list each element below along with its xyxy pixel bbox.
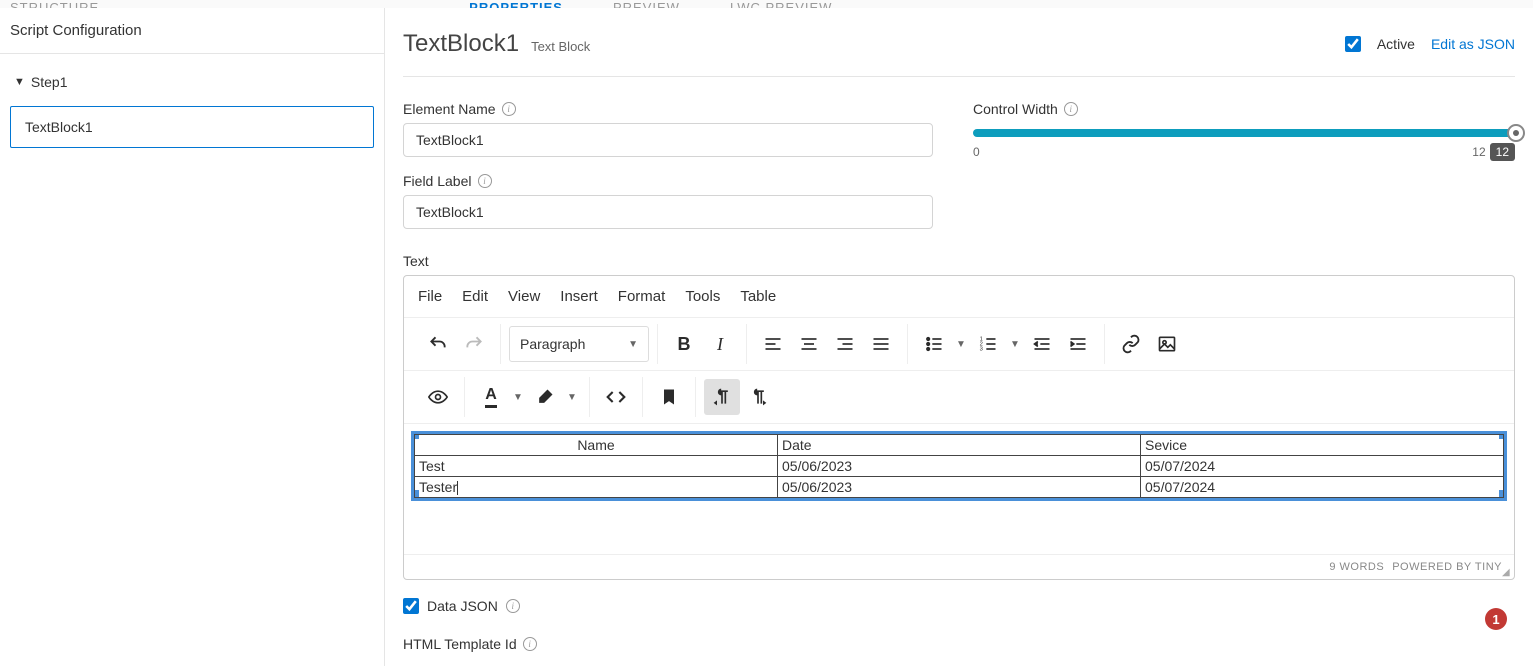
link-button[interactable] bbox=[1113, 326, 1149, 362]
highlight-button[interactable] bbox=[527, 379, 563, 415]
table-header[interactable]: Name bbox=[415, 435, 778, 456]
resize-grip-icon[interactable]: ◢ bbox=[1502, 567, 1512, 577]
control-width-label: Control Width bbox=[973, 101, 1058, 117]
bold-button[interactable]: B bbox=[666, 326, 702, 362]
table-cell[interactable]: 05/07/2024 bbox=[1141, 477, 1504, 498]
italic-button[interactable]: I bbox=[702, 326, 738, 362]
info-icon[interactable]: i bbox=[478, 174, 492, 188]
outdent-button[interactable] bbox=[1024, 326, 1060, 362]
table-row[interactable]: Tester 05/06/2023 05/07/2024 bbox=[415, 477, 1504, 498]
edit-as-json-link[interactable]: Edit as JSON bbox=[1431, 36, 1515, 52]
info-icon[interactable]: i bbox=[506, 599, 520, 613]
slider-max: 12 bbox=[1472, 145, 1485, 159]
menu-insert[interactable]: Insert bbox=[560, 288, 598, 305]
table-cell[interactable]: 05/06/2023 bbox=[778, 456, 1141, 477]
bullet-list-dropdown[interactable]: ▼ bbox=[952, 326, 970, 362]
slider-value-badge: 12 bbox=[1490, 143, 1515, 161]
indent-button[interactable] bbox=[1060, 326, 1096, 362]
table-cell[interactable]: Tester bbox=[415, 477, 778, 498]
ltr-button[interactable] bbox=[740, 379, 776, 415]
table-header[interactable]: Date bbox=[778, 435, 1141, 456]
table-cell[interactable]: 05/07/2024 bbox=[1141, 456, 1504, 477]
block-format-select[interactable]: Paragraph ▼ bbox=[509, 326, 649, 362]
text-label: Text bbox=[403, 253, 1515, 269]
active-label: Active bbox=[1377, 36, 1415, 52]
rtl-button[interactable] bbox=[704, 379, 740, 415]
code-button[interactable] bbox=[598, 379, 634, 415]
table-header[interactable]: Sevice bbox=[1141, 435, 1504, 456]
bullet-list-button[interactable] bbox=[916, 326, 952, 362]
numbered-list-button[interactable]: 123 bbox=[970, 326, 1006, 362]
align-right-button[interactable] bbox=[827, 326, 863, 362]
menu-tools[interactable]: Tools bbox=[685, 288, 720, 305]
sidebar-title: Script Configuration bbox=[0, 8, 384, 54]
redo-button[interactable] bbox=[456, 326, 492, 362]
tree-node-step1[interactable]: ▼ Step1 bbox=[10, 64, 374, 100]
undo-button[interactable] bbox=[420, 326, 456, 362]
table-cell[interactable]: Test bbox=[415, 456, 778, 477]
chevron-down-icon: ▼ bbox=[14, 76, 25, 88]
powered-by: POWERED BY TINY bbox=[1392, 561, 1502, 573]
info-icon[interactable]: i bbox=[523, 637, 537, 651]
data-json-checkbox[interactable] bbox=[403, 598, 419, 614]
menu-format[interactable]: Format bbox=[618, 288, 666, 305]
html-template-label: HTML Template Id bbox=[403, 636, 517, 652]
menu-edit[interactable]: Edit bbox=[462, 288, 488, 305]
text-cursor bbox=[457, 481, 458, 495]
menu-view[interactable]: View bbox=[508, 288, 540, 305]
notification-badge[interactable]: 1 bbox=[1485, 608, 1507, 630]
align-center-button[interactable] bbox=[791, 326, 827, 362]
element-type-label: Text Block bbox=[531, 39, 590, 54]
field-label-label: Field Label bbox=[403, 173, 472, 189]
menu-file[interactable]: File bbox=[418, 288, 442, 305]
editor-content[interactable]: Name Date Sevice Test 05/06/2023 05/07/2… bbox=[404, 424, 1514, 554]
slider-min: 0 bbox=[973, 145, 980, 159]
data-json-label: Data JSON bbox=[427, 598, 498, 614]
info-icon[interactable]: i bbox=[502, 102, 516, 116]
block-format-value: Paragraph bbox=[520, 336, 585, 352]
page-title: TextBlock1 bbox=[403, 30, 519, 58]
info-icon[interactable]: i bbox=[1064, 102, 1078, 116]
tree-node-textblock1[interactable]: TextBlock1 bbox=[10, 106, 374, 148]
text-color-button[interactable]: A bbox=[473, 379, 509, 415]
numbered-list-dropdown[interactable]: ▼ bbox=[1006, 326, 1024, 362]
image-button[interactable] bbox=[1149, 326, 1185, 362]
chevron-down-icon: ▼ bbox=[628, 339, 638, 350]
align-justify-button[interactable] bbox=[863, 326, 899, 362]
table-row[interactable]: Test 05/06/2023 05/07/2024 bbox=[415, 456, 1504, 477]
table-cell[interactable]: 05/06/2023 bbox=[778, 477, 1141, 498]
sidebar: Script Configuration ▼ Step1 TextBlock1 bbox=[0, 8, 385, 666]
preview-button[interactable] bbox=[420, 379, 456, 415]
content-table[interactable]: Name Date Sevice Test 05/06/2023 05/07/2… bbox=[414, 434, 1504, 498]
element-name-label: Element Name bbox=[403, 101, 496, 117]
bookmark-button[interactable] bbox=[651, 379, 687, 415]
highlight-dropdown[interactable]: ▼ bbox=[563, 379, 581, 415]
svg-text:3: 3 bbox=[980, 347, 983, 353]
active-checkbox[interactable] bbox=[1345, 36, 1361, 52]
rich-text-editor: File Edit View Insert Format Tools Table… bbox=[403, 275, 1515, 580]
field-label-input[interactable] bbox=[403, 195, 933, 229]
menu-table[interactable]: Table bbox=[740, 288, 776, 305]
tree-node-label: Step1 bbox=[31, 74, 68, 90]
content-panel: TextBlock1 Text Block Active Edit as JSO… bbox=[385, 8, 1533, 666]
align-left-button[interactable] bbox=[755, 326, 791, 362]
text-color-dropdown[interactable]: ▼ bbox=[509, 379, 527, 415]
slider-thumb[interactable] bbox=[1507, 124, 1525, 142]
element-name-input[interactable] bbox=[403, 123, 933, 157]
word-count[interactable]: 9 WORDS bbox=[1329, 561, 1384, 573]
control-width-slider[interactable]: 0 12 12 bbox=[973, 123, 1515, 161]
